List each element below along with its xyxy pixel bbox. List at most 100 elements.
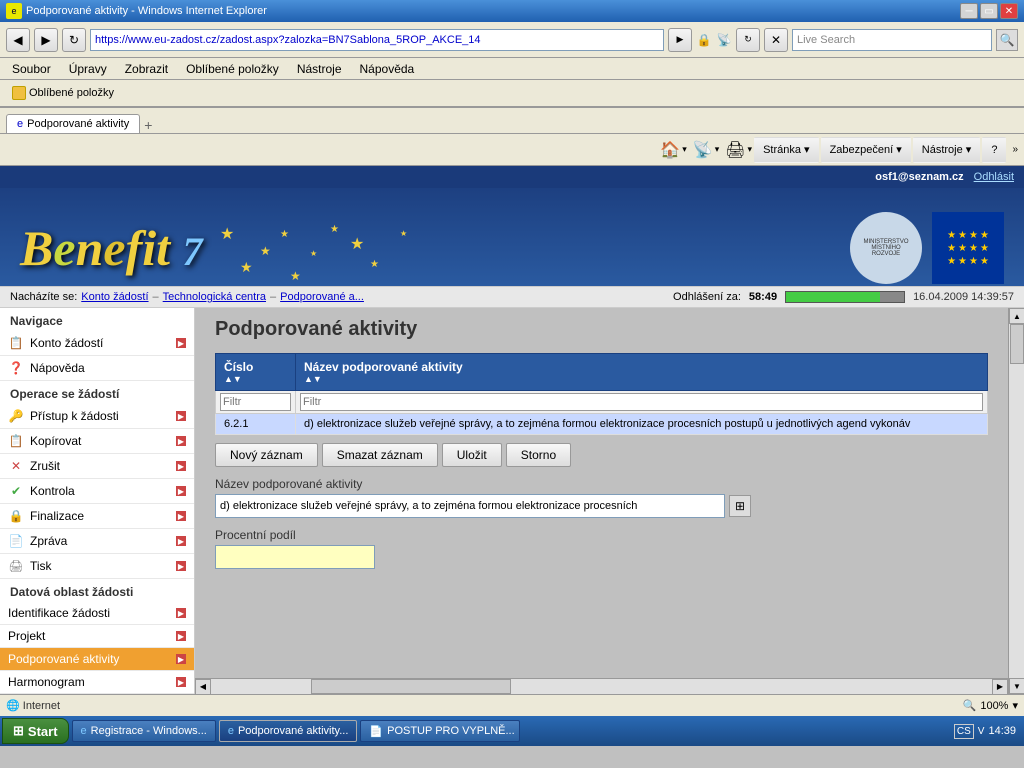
favorites-link[interactable]: Oblíbené položky — [6, 84, 120, 102]
window-controls: ─ ▭ ✕ — [960, 3, 1018, 19]
sidebar-item-kontrola[interactable]: ✔ Kontrola ▶ — [0, 479, 194, 504]
taskbar-item-registrace[interactable]: e Registrace - Windows... — [72, 720, 216, 742]
favorites-icon — [12, 86, 26, 100]
breadcrumb-link-1[interactable]: Technologická centra — [163, 291, 266, 303]
hscroll-track[interactable] — [211, 679, 992, 694]
search-button[interactable]: 🔍 — [996, 29, 1018, 51]
system-tray: CS V 14:39 — [948, 716, 1022, 746]
taskbar-item-podporovane[interactable]: e Podporované aktivity... — [219, 720, 358, 742]
home-icon[interactable]: 🏠 — [660, 140, 680, 160]
stop-button[interactable]: ✕ — [764, 28, 788, 52]
sidebar-item-projekt[interactable]: Projekt ▶ — [0, 625, 194, 648]
col-nazev-header: Název podporované aktivity ▲▼ — [296, 354, 988, 391]
menu-upravy[interactable]: Úpravy — [61, 60, 115, 78]
rss-toolbar-icon[interactable]: 📡 — [693, 140, 713, 160]
sidebar-item-konto[interactable]: 📋 Konto žádostí ▶ — [0, 331, 194, 356]
stránka-button[interactable]: Stránka ▾ — [754, 137, 819, 163]
sort-arrows-nazev[interactable]: ▲▼ — [304, 374, 979, 384]
close-button[interactable]: ✕ — [1000, 3, 1018, 19]
form-percent-label: Procentní podíl — [215, 528, 988, 542]
col-cislo-header: Číslo ▲▼ — [216, 354, 296, 391]
save-button[interactable]: Uložit — [442, 443, 502, 467]
site-header-inner: Benefit 7 ★ ★ ★ ★ ★ ★ ★ ★ ★ ★ MINISTERST… — [0, 188, 1024, 286]
taskbar-doc-icon-2: 📄 — [369, 725, 383, 738]
back-button[interactable]: ◀ — [6, 28, 30, 52]
konto-icon: 📋 — [8, 335, 24, 351]
status-zone: 🌐 Internet — [6, 699, 60, 712]
search-box[interactable]: Live Search — [792, 29, 992, 51]
form-percent-input[interactable] — [215, 545, 375, 569]
sort-arrows-cislo[interactable]: ▲▼ — [224, 374, 287, 384]
toolbar-extra-icon[interactable]: » — [1012, 144, 1018, 155]
zprava-icon: 📄 — [8, 533, 24, 549]
form-name-input[interactable] — [215, 494, 725, 518]
calculator-button[interactable]: ⊞ — [729, 495, 751, 517]
sidebar-arrow-identifikace: ▶ — [176, 608, 186, 618]
menu-oblibene[interactable]: Oblíbené položky — [178, 60, 287, 78]
zabezpeceni-button[interactable]: Zabezpečení ▾ — [821, 137, 911, 163]
sidebar-item-napoveda[interactable]: ❓ Nápověda — [0, 356, 194, 381]
sidebar-arrow-konto: ▶ — [176, 338, 186, 348]
sidebar-item-zprava[interactable]: 📄 Zpráva ▶ — [0, 529, 194, 554]
breadcrumb-link-0[interactable]: Konto žádostí — [81, 291, 148, 303]
taskbar-item-postup[interactable]: 📄 POSTUP PRO VYPLNĚ... — [360, 720, 520, 742]
napoveda-icon: ❓ — [8, 360, 24, 376]
sidebar-label-identifikace: Identifikace žádosti — [8, 606, 110, 620]
star-decoration7: ★ — [290, 269, 301, 283]
menu-zobrazit[interactable]: Zobrazit — [117, 60, 176, 78]
sidebar-item-pristup[interactable]: 🔑 Přístup k žádosti ▶ — [0, 404, 194, 429]
hscroll-right-button[interactable]: ▶ — [992, 679, 1008, 695]
refresh2-button[interactable]: ↻ — [736, 28, 760, 52]
sidebar-item-identifikace[interactable]: Identifikace žádosti ▶ — [0, 602, 194, 625]
rss-arrow-icon[interactable]: ▾ — [715, 144, 720, 155]
ie-toolbar: 🏠 ▾ 📡 ▾ 🖨 ▾ Stránka ▾ Zabezpečení ▾ Nást… — [0, 134, 1024, 166]
new-record-button[interactable]: Nový záznam — [215, 443, 318, 467]
vscroll-track[interactable] — [1009, 324, 1024, 678]
new-tab-button[interactable]: + — [144, 117, 152, 133]
sidebar: Navigace 📋 Konto žádostí ▶ ❓ Nápověda Op… — [0, 308, 195, 694]
cancel-button[interactable]: Storno — [506, 443, 571, 467]
start-button[interactable]: ⊞ Start — [2, 718, 69, 744]
zoom-arrow[interactable]: ▾ — [1012, 699, 1018, 712]
menu-nastroje[interactable]: Nástroje — [289, 60, 350, 78]
sidebar-item-kopirovat[interactable]: 📋 Kopírovat ▶ — [0, 429, 194, 454]
sidebar-item-harmonogram[interactable]: Harmonogram ▶ — [0, 671, 194, 694]
sidebar-item-tisk[interactable]: 🖨 Tisk ▶ — [0, 554, 194, 579]
active-tab-label: Podporované aktivity — [27, 118, 129, 130]
vscroll-down-button[interactable]: ▼ — [1009, 678, 1024, 694]
refresh-button[interactable]: ↻ — [62, 28, 86, 52]
menu-soubor[interactable]: Soubor — [4, 60, 59, 78]
menu-napoveda[interactable]: Nápověda — [352, 60, 423, 78]
vscroll-thumb[interactable] — [1010, 324, 1024, 364]
zoom-icon: 🔍 — [963, 699, 977, 712]
delete-record-button[interactable]: Smazat záznam — [322, 443, 438, 467]
breadcrumb-link-2[interactable]: Podporované a... — [280, 291, 364, 303]
zrusit-icon: ✕ — [8, 458, 24, 474]
minimize-button[interactable]: ─ — [960, 3, 978, 19]
sidebar-item-zrusit[interactable]: ✕ Zrušit ▶ — [0, 454, 194, 479]
sidebar-item-podporovane[interactable]: Podporované aktivity ▶ — [0, 648, 194, 671]
vscroll-up-button[interactable]: ▲ — [1009, 308, 1024, 324]
print-arrow-icon[interactable]: ▾ — [748, 144, 753, 155]
print-icon[interactable]: 🖨 — [725, 140, 745, 160]
nastroje-button[interactable]: Nástroje ▾ — [913, 137, 981, 163]
page-title: Podporované aktivity — [215, 318, 988, 341]
active-tab[interactable]: e Podporované aktivity — [6, 114, 140, 133]
go-button[interactable]: ▶ — [668, 28, 692, 52]
home-arrow-icon[interactable]: ▾ — [682, 144, 687, 155]
table-row[interactable]: 6.2.1 d) elektronizace služeb veřejné sp… — [216, 414, 988, 435]
horizontal-scrollbar[interactable]: ◀ ▶ — [195, 678, 1008, 694]
restore-button[interactable]: ▭ — [980, 3, 998, 19]
logout-link[interactable]: Odhlásit — [974, 171, 1014, 183]
sidebar-arrow-kopirovat: ▶ — [176, 436, 186, 446]
vertical-scrollbar[interactable]: ▲ ▼ — [1008, 308, 1024, 694]
tray-lang: CS — [954, 724, 974, 739]
help-button[interactable]: ? — [982, 137, 1006, 163]
hscroll-thumb[interactable] — [311, 679, 511, 694]
sidebar-item-finalizace[interactable]: 🔒 Finalizace ▶ — [0, 504, 194, 529]
filter-nazev-input[interactable] — [300, 393, 983, 411]
url-field[interactable]: https://www.eu-zadost.cz/zadost.aspx?zal… — [90, 29, 664, 51]
forward-button[interactable]: ▶ — [34, 28, 58, 52]
hscroll-left-button[interactable]: ◀ — [195, 679, 211, 695]
filter-cislo-input[interactable] — [220, 393, 291, 411]
